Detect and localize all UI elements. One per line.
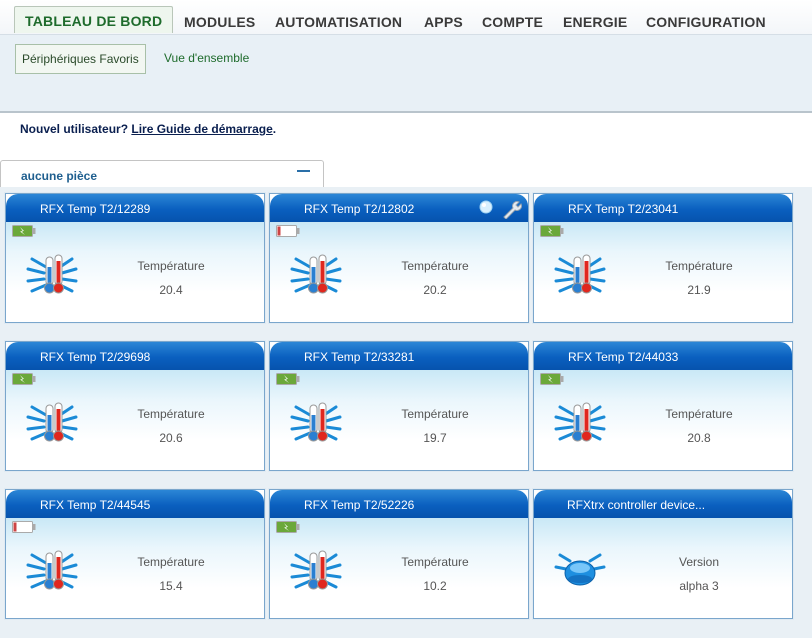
device-card[interactable]: RFX Temp T2/12802 Température 20.2 — [269, 193, 529, 323]
card-body: Température 20.6 — [6, 370, 264, 470]
device-title: RFX Temp T2/29698 — [40, 350, 151, 364]
tab-tableau-de-bord[interactable]: TABLEAU DE BORD — [14, 6, 174, 33]
wrench-icon[interactable] — [501, 199, 523, 219]
thermometer-icon — [26, 402, 78, 442]
battery-low-icon — [12, 521, 36, 533]
subtab-peripheriques-favoris[interactable]: Périphériques Favoris — [15, 44, 146, 74]
thermometer-icon — [290, 254, 342, 294]
device-card[interactable]: RFX Temp T2/52226 Température 10.2 — [269, 489, 529, 619]
measure-value: 10.2 — [423, 579, 447, 593]
tab-apps[interactable]: APPS — [424, 9, 463, 33]
device-card[interactable]: RFX Temp T2/29698 Température 20.6 — [5, 341, 265, 471]
version-value: alpha 3 — [679, 579, 719, 593]
subtab-vue-ensemble[interactable]: Vue d'ensemble — [164, 44, 249, 72]
device-title: RFX Temp T2/44545 — [40, 498, 151, 512]
info-bubble-icon[interactable] — [479, 200, 493, 214]
measure-label: Température — [137, 407, 205, 421]
measure-label: Température — [665, 407, 733, 421]
room-name: aucune pièce — [21, 169, 98, 183]
thermometer-icon — [290, 550, 342, 590]
device-title: RFX Temp T2/44033 — [568, 350, 679, 364]
measure-label: Température — [401, 259, 469, 273]
device-title: RFX Temp T2/52226 — [304, 498, 415, 512]
measure-value: 20.2 — [423, 283, 447, 297]
device-card[interactable]: RFX Temp T2/12289 Température 20.4 — [5, 193, 265, 323]
device-card[interactable]: RFX Temp T2/44545 Température 15.4 — [5, 489, 265, 619]
device-title: RFXtrx controller device... — [567, 498, 706, 512]
collapse-icon[interactable] — [297, 170, 310, 172]
battery-ok-icon — [12, 225, 36, 237]
measure-label: Température — [401, 555, 469, 569]
device-card[interactable]: RFXtrx controller device... Version alph… — [533, 489, 793, 619]
new-user-notice: Nouvel utilisateur? Lire Guide de démarr… — [20, 122, 276, 136]
battery-ok-icon — [276, 373, 300, 385]
card-body: Température 10.2 — [270, 518, 528, 618]
controller-globe-icon — [554, 553, 606, 586]
measure-label: Température — [665, 259, 733, 273]
measure-value: 21.9 — [687, 283, 711, 297]
measure-label: Température — [401, 407, 469, 421]
getting-started-guide-link[interactable]: Lire Guide de démarrage — [131, 122, 272, 136]
measure-label: Température — [137, 259, 205, 273]
version-label: Version — [678, 555, 720, 569]
thermometer-icon — [290, 402, 342, 442]
tab-automatisation[interactable]: AUTOMATISATION — [275, 9, 402, 33]
tab-energie[interactable]: ENERGIE — [563, 9, 627, 33]
thermometer-icon — [26, 550, 78, 590]
battery-ok-icon — [540, 373, 564, 385]
room-tab: aucune pièce — [0, 160, 324, 188]
battery-ok-icon — [276, 521, 300, 533]
new-user-prefix: Nouvel utilisateur? — [20, 122, 132, 136]
new-user-suffix: . — [272, 122, 277, 136]
card-body: Température 19.7 — [270, 370, 528, 470]
device-title: RFX Temp T2/12289 — [40, 202, 151, 216]
measure-value: 20.6 — [159, 431, 183, 445]
card-body: Température 20.8 — [534, 370, 792, 470]
battery-ok-icon — [540, 225, 564, 237]
device-card[interactable]: RFX Temp T2/23041 Température 21.9 — [533, 193, 793, 323]
device-card[interactable]: RFX Temp T2/44033 Température 20.8 — [533, 341, 793, 471]
tab-compte[interactable]: COMPTE — [482, 9, 543, 33]
device-title: RFX Temp T2/23041 — [568, 202, 679, 216]
tab-modules[interactable]: MODULES — [184, 9, 255, 33]
thermometer-icon — [554, 254, 606, 294]
card-body: Température 21.9 — [534, 222, 792, 322]
measure-label: Température — [137, 555, 205, 569]
sub-navigation: Périphériques Favoris Vue d'ensemble — [0, 34, 812, 113]
measure-value: 19.7 — [423, 431, 447, 445]
tab-configuration[interactable]: CONFIGURATION — [646, 9, 766, 33]
thermometer-icon — [26, 254, 78, 294]
battery-low-icon — [276, 225, 300, 237]
card-body: Température 20.4 — [6, 222, 264, 322]
card-body: Version alpha 3 — [534, 518, 792, 618]
measure-value: 15.4 — [159, 579, 183, 593]
battery-ok-icon — [12, 373, 36, 385]
top-navigation: TABLEAU DE BORD MODULES AUTOMATISATION A… — [0, 0, 812, 34]
device-title: RFX Temp T2/33281 — [304, 350, 415, 364]
thermometer-icon — [554, 402, 606, 442]
device-card[interactable]: RFX Temp T2/33281 Température 19.7 — [269, 341, 529, 471]
measure-value: 20.4 — [159, 283, 183, 297]
measure-value: 20.8 — [687, 431, 711, 445]
card-body: Température 20.2 — [270, 222, 528, 322]
device-title: RFX Temp T2/12802 — [304, 202, 415, 216]
card-body: Température 15.4 — [6, 518, 264, 618]
